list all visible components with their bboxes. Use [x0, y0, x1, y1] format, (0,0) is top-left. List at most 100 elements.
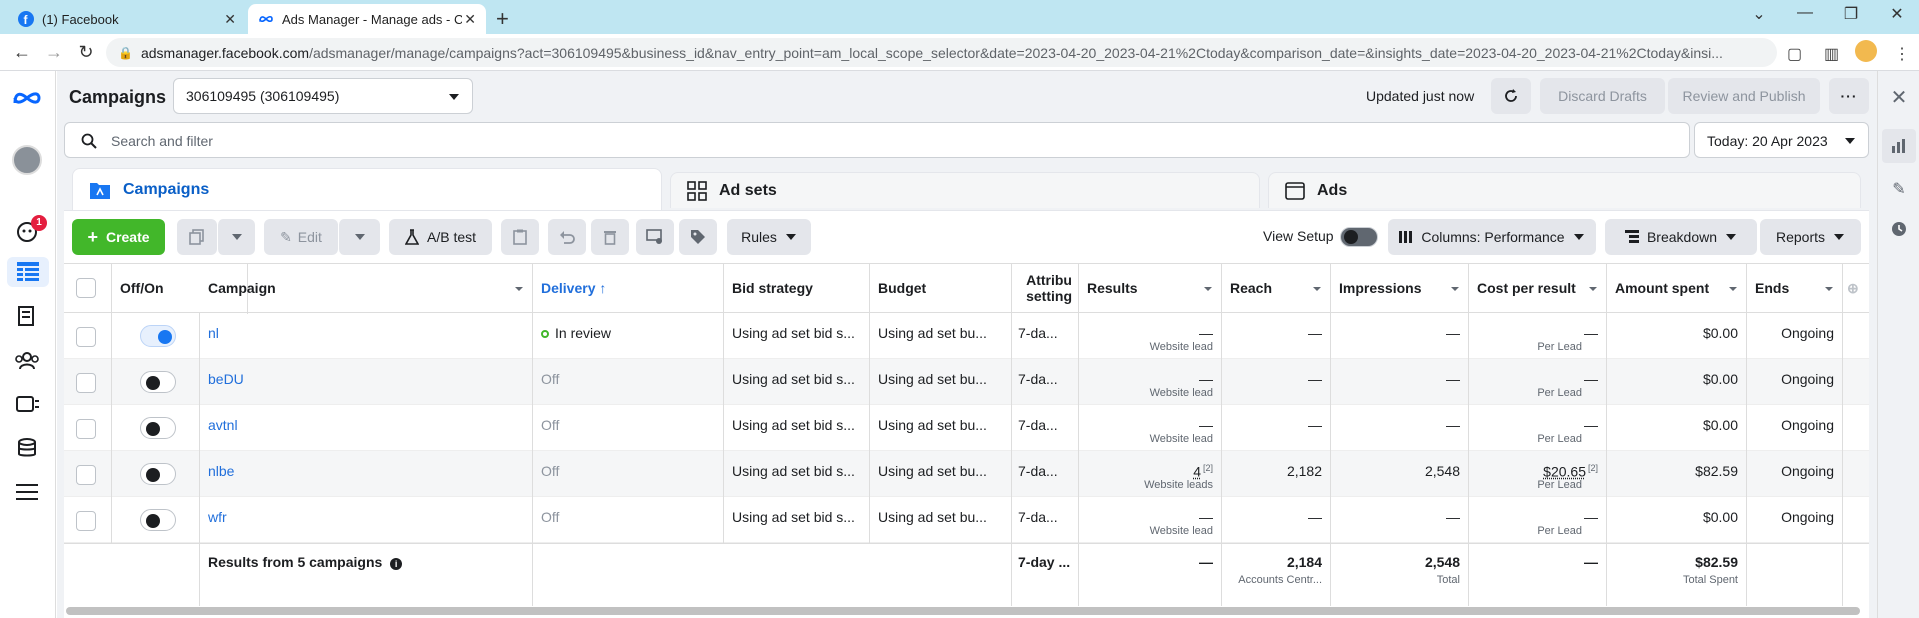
browser-tab-ads-manager[interactable]: Ads Manager - Manage ads - Ca ✕	[248, 4, 486, 34]
tags-button[interactable]	[679, 219, 717, 255]
chart-icon[interactable]	[1882, 129, 1916, 163]
header-amount-spent[interactable]: Amount spent	[1607, 264, 1747, 314]
select-all-checkbox[interactable]	[76, 278, 96, 298]
header-bid-strategy[interactable]: Bid strategy	[724, 264, 870, 314]
spent-cell: $0.00	[1607, 359, 1747, 405]
create-button[interactable]: + Create	[72, 219, 165, 255]
campaign-name-link[interactable]: nl	[208, 325, 219, 341]
duplicate-dropdown[interactable]	[217, 219, 255, 255]
campaign-name-link[interactable]: wfr	[208, 509, 227, 525]
account-selector[interactable]: 306109495 (306109495)	[173, 78, 473, 114]
row-checkbox[interactable]	[76, 419, 96, 439]
restore-button[interactable]: ❐	[1836, 4, 1866, 24]
undo-button[interactable]	[548, 219, 586, 255]
campaign-cell[interactable]: nl	[200, 313, 533, 359]
billing-icon[interactable]	[12, 433, 42, 463]
audiences-icon[interactable]	[12, 345, 42, 375]
view-setup-toggle[interactable]	[1340, 227, 1378, 247]
ab-test-button[interactable]: A/B test	[389, 219, 492, 255]
forward-icon[interactable]: →	[42, 42, 66, 63]
date-range-selector[interactable]: Today: 20 Apr 2023	[1694, 122, 1869, 158]
campaign-toggle[interactable]	[140, 509, 176, 531]
rules-button[interactable]: Rules	[727, 219, 811, 255]
campaign-name-link[interactable]: nlbe	[208, 463, 234, 479]
header-ends[interactable]: Ends	[1747, 264, 1843, 314]
new-tab-button[interactable]: +	[496, 6, 509, 32]
sidebar-icon[interactable]: ▥	[1824, 44, 1839, 64]
columns-button[interactable]: Columns: Performance	[1388, 219, 1596, 255]
campaign-cell[interactable]: nlbe	[200, 451, 533, 497]
breakdown-button[interactable]: Breakdown	[1605, 219, 1757, 255]
browser-menu-icon[interactable]: ⋮	[1894, 44, 1910, 64]
more-options-button[interactable]: ···	[1829, 78, 1869, 114]
campaign-name-link[interactable]: beDU	[208, 371, 244, 387]
close-tab-icon[interactable]: ✕	[464, 11, 476, 28]
refresh-button[interactable]	[1491, 78, 1531, 114]
table-row[interactable]: nl In review Using ad set bid s... Using ad…	[64, 313, 1869, 359]
review-publish-button[interactable]: Review and Publish	[1668, 78, 1820, 114]
header-impressions[interactable]: Impressions	[1331, 264, 1469, 314]
table-row[interactable]: nlbe Off Using ad set bid s... Using ad set…	[64, 451, 1869, 497]
tab-campaigns[interactable]: Campaigns	[72, 168, 662, 210]
header-results[interactable]: Results	[1079, 264, 1222, 314]
discard-drafts-button[interactable]: Discard Drafts	[1540, 78, 1665, 114]
all-tools-menu-icon[interactable]	[12, 477, 42, 507]
campaign-toggle[interactable]	[140, 325, 176, 347]
meta-logo-icon[interactable]	[12, 83, 42, 113]
row-checkbox[interactable]	[76, 373, 96, 393]
tab-search-icon[interactable]: ⌄	[1744, 4, 1774, 24]
preview-button[interactable]	[636, 219, 674, 255]
campaign-cell[interactable]: wfr	[200, 497, 533, 543]
row-checkbox[interactable]	[76, 465, 96, 485]
campaign-toggle[interactable]	[140, 463, 176, 485]
campaign-cell[interactable]: beDU	[200, 359, 533, 405]
history-icon[interactable]	[1887, 217, 1911, 241]
search-input[interactable]: Search and filter	[64, 122, 1690, 158]
header-budget[interactable]: Budget	[870, 264, 1012, 314]
minimize-button[interactable]: —	[1790, 4, 1820, 22]
edit-dropdown[interactable]	[338, 219, 380, 255]
header-reach[interactable]: Reach	[1222, 264, 1331, 314]
table-row[interactable]: avtnl Off Using ad set bid s... Using ad se…	[64, 405, 1869, 451]
edit-button[interactable]: ✎ Edit	[264, 219, 338, 255]
pages-icon[interactable]	[12, 301, 42, 331]
url-bar[interactable]: 🔒 adsmanager.facebook.com/adsmanager/man…	[106, 38, 1777, 67]
add-column-icon[interactable]: ⊕	[1843, 264, 1869, 314]
results-value[interactable]: 4	[1193, 464, 1201, 480]
tab-ads[interactable]: Ads	[1268, 172, 1861, 208]
campaigns-table-icon[interactable]	[7, 257, 49, 287]
header-cost-per-result[interactable]: Cost per result	[1469, 264, 1607, 314]
extension-icon[interactable]: ▢	[1787, 44, 1802, 64]
browser-tab-facebook[interactable]: f (1) Facebook ✕	[8, 4, 246, 34]
cpr-value[interactable]: $20.65	[1543, 464, 1586, 480]
campaign-toggle[interactable]	[140, 371, 176, 393]
campaign-name-link[interactable]: avtnl	[208, 417, 238, 433]
delete-button[interactable]	[591, 219, 629, 255]
reports-button[interactable]: Reports	[1760, 219, 1861, 255]
campaign-cell[interactable]: avtnl	[200, 405, 533, 451]
ends-cell: Ongoing	[1747, 405, 1843, 451]
ad-creatives-icon[interactable]	[12, 389, 42, 419]
pencil-icon[interactable]: ✎	[1887, 177, 1911, 201]
info-icon[interactable]: i	[390, 558, 403, 570]
campaign-toggle[interactable]	[140, 417, 176, 439]
close-icon[interactable]: ✕	[1887, 85, 1911, 109]
header-delivery[interactable]: Delivery ↑	[533, 264, 724, 314]
avatar[interactable]	[12, 145, 42, 175]
reload-icon[interactable]: ↻	[74, 42, 98, 63]
profile-avatar[interactable]	[1855, 40, 1877, 62]
row-checkbox[interactable]	[76, 511, 96, 531]
table-row[interactable]: beDU Off Using ad set bid s... Using ad set…	[64, 359, 1869, 405]
horizontal-scrollbar[interactable]	[66, 607, 1860, 615]
delivery-cell: Off	[533, 405, 724, 451]
header-campaign[interactable]: Campaign	[200, 264, 533, 314]
close-window-button[interactable]: ✕	[1882, 4, 1912, 24]
clipboard-button[interactable]	[501, 219, 539, 255]
header-attribution[interactable]: Attribu setting	[1012, 264, 1079, 314]
table-row[interactable]: wfr Off Using ad set bid s... Using ad set …	[64, 497, 1869, 543]
tab-ad-sets[interactable]: Ad sets	[670, 172, 1260, 208]
back-icon[interactable]: ←	[10, 42, 34, 63]
close-tab-icon[interactable]: ✕	[224, 11, 236, 28]
row-checkbox[interactable]	[76, 327, 96, 347]
duplicate-button[interactable]	[177, 219, 217, 255]
